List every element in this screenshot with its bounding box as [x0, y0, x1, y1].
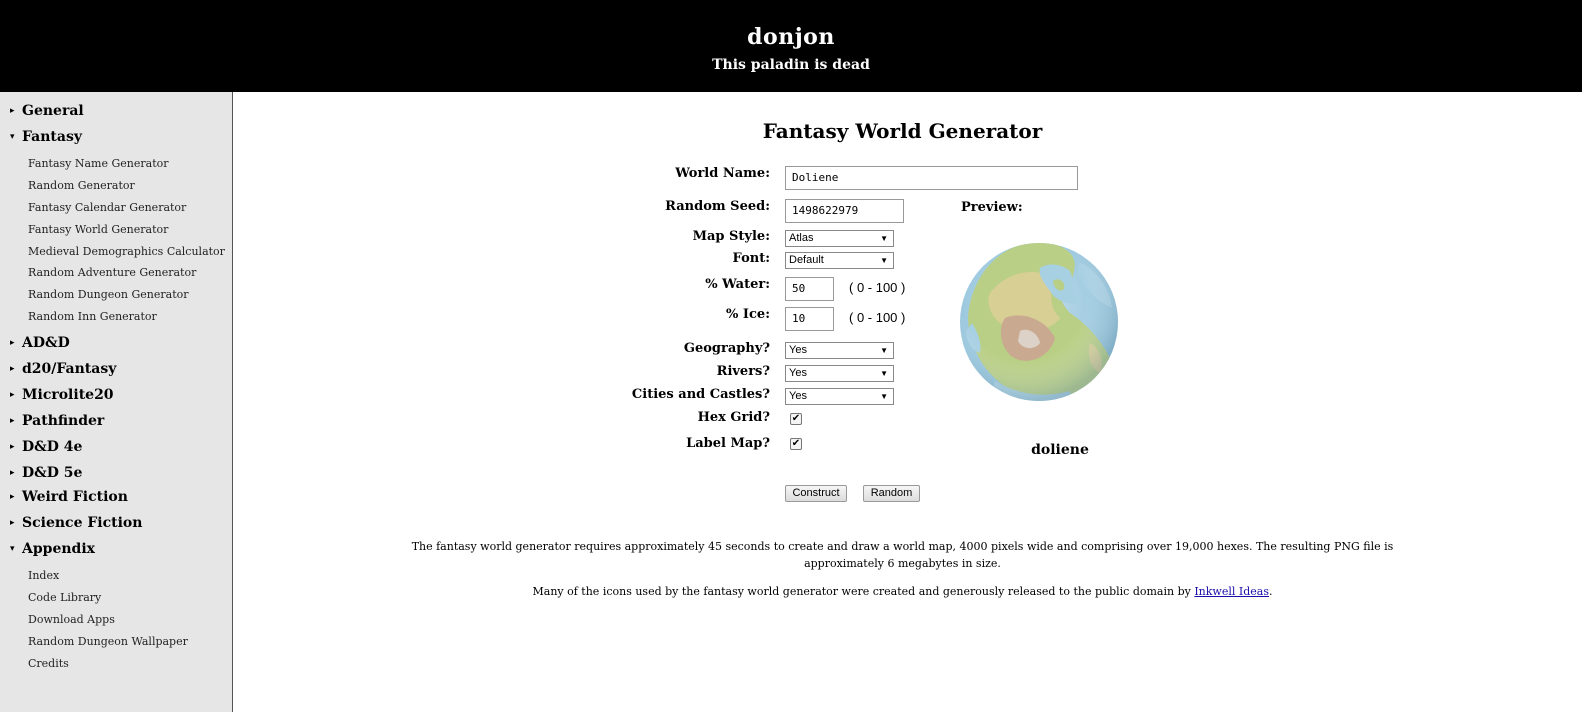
- expanded-triangle-icon: ▾: [10, 544, 15, 554]
- cities-castles-select[interactable]: Yes ▼: [785, 388, 894, 405]
- nav-link-random-dungeon-wallpaper[interactable]: Random Dungeon Wallpaper: [28, 635, 188, 648]
- geography-select[interactable]: Yes ▼: [785, 342, 894, 359]
- collapsed-triangle-icon: ▸: [10, 390, 15, 400]
- ice-label: % Ice:: [726, 307, 770, 322]
- site-header: donjon This paladin is dead: [0, 0, 1582, 92]
- hex-grid-checkbox[interactable]: ✔: [790, 413, 802, 425]
- nav-link-random-generator[interactable]: Random Generator: [28, 179, 135, 192]
- nav-link-credits[interactable]: Credits: [28, 657, 69, 670]
- rivers-label: Rivers?: [716, 364, 770, 379]
- icon-credits-text: Many of the icons used by the fantasy wo…: [532, 585, 1273, 598]
- hex-grid-label: Hex Grid?: [697, 410, 770, 425]
- generator-info-text: The fantasy world generator requires app…: [411, 540, 1394, 570]
- checkmark-icon: ✔: [791, 413, 801, 424]
- map-style-select[interactable]: Atlas ▼: [785, 230, 894, 247]
- nav-section-dnd-4e[interactable]: ▸ D&D 4e: [10, 439, 82, 455]
- map-style-label: Map Style:: [692, 229, 770, 244]
- geography-label: Geography?: [683, 341, 770, 356]
- random-seed-input[interactable]: 1498622979: [785, 199, 904, 223]
- label-map-checkbox[interactable]: ✔: [790, 438, 802, 450]
- nav-section-microlite20[interactable]: ▸ Microlite20: [10, 387, 114, 403]
- nav-link-index[interactable]: Index: [28, 569, 59, 582]
- nav-link-download-apps[interactable]: Download Apps: [28, 613, 115, 626]
- nav-link-random-dungeon-generator[interactable]: Random Dungeon Generator: [28, 288, 189, 301]
- site-tagline: This paladin is dead: [712, 57, 870, 73]
- water-range-hint: ( 0 - 100 ): [849, 280, 906, 295]
- collapsed-triangle-icon: ▸: [10, 468, 15, 478]
- nav-link-fantasy-name-generator[interactable]: Fantasy Name Generator: [28, 157, 169, 170]
- nav-link-medieval-demographics-calculator[interactable]: Medieval Demographics Calculator: [28, 245, 225, 258]
- dropdown-arrow-icon: ▼: [880, 256, 888, 265]
- nav-section-fantasy[interactable]: ▾ Fantasy: [10, 129, 82, 145]
- nav-section-weird-fiction[interactable]: ▸ Weird Fiction: [10, 489, 128, 505]
- nav-section-dnd-5e[interactable]: ▸ D&D 5e: [10, 465, 82, 481]
- collapsed-triangle-icon: ▸: [10, 106, 15, 116]
- water-label: % Water:: [705, 277, 770, 292]
- dropdown-arrow-icon: ▼: [880, 234, 888, 243]
- nav-section-appendix[interactable]: ▾ Appendix: [10, 541, 95, 557]
- expanded-triangle-icon: ▾: [10, 132, 15, 142]
- ice-range-hint: ( 0 - 100 ): [849, 310, 906, 325]
- collapsed-triangle-icon: ▸: [10, 364, 15, 374]
- nav-link-fantasy-world-generator[interactable]: Fantasy World Generator: [28, 223, 168, 236]
- nav-section-science-fiction[interactable]: ▸ Science Fiction: [10, 515, 142, 531]
- nav-link-fantasy-calendar-generator[interactable]: Fantasy Calendar Generator: [28, 201, 186, 214]
- font-select[interactable]: Default ▼: [785, 252, 894, 269]
- collapsed-triangle-icon: ▸: [10, 492, 15, 502]
- dropdown-arrow-icon: ▼: [880, 369, 888, 378]
- nav-link-random-inn-generator[interactable]: Random Inn Generator: [28, 310, 157, 323]
- page-title: Fantasy World Generator: [762, 119, 1043, 143]
- world-name-label: World Name:: [675, 166, 770, 181]
- dropdown-arrow-icon: ▼: [880, 346, 888, 355]
- nav-section-pathfinder[interactable]: ▸ Pathfinder: [10, 413, 104, 429]
- collapsed-triangle-icon: ▸: [10, 442, 15, 452]
- world-name-input[interactable]: Doliene: [785, 166, 1078, 190]
- construct-button[interactable]: Construct: [785, 485, 847, 502]
- nav-link-code-library[interactable]: Code Library: [28, 591, 101, 604]
- site-title[interactable]: donjon: [0, 24, 1582, 50]
- preview-label: Preview:: [961, 200, 1023, 215]
- collapsed-triangle-icon: ▸: [10, 338, 15, 348]
- rivers-select[interactable]: Yes ▼: [785, 365, 894, 382]
- nav-section-general[interactable]: ▸ General: [10, 103, 84, 119]
- random-seed-label: Random Seed:: [665, 199, 770, 214]
- font-label: Font:: [732, 251, 770, 266]
- sidebar-nav: ▸ General ▾ Fantasy Fantasy Name Generator…: [0, 92, 233, 712]
- main-content: Fantasy World Generator World Name: Doli…: [233, 92, 1582, 712]
- random-button[interactable]: Random: [863, 485, 920, 502]
- ice-percent-input[interactable]: 10: [785, 307, 834, 331]
- nav-section-d20-fantasy[interactable]: ▸ d20/Fantasy: [10, 361, 116, 377]
- nav-link-random-adventure-generator[interactable]: Random Adventure Generator: [28, 266, 196, 279]
- cities-castles-label: Cities and Castles?: [631, 387, 770, 402]
- label-map-label: Label Map?: [686, 436, 770, 451]
- collapsed-triangle-icon: ▸: [10, 416, 15, 426]
- preview-map-name: doliene: [1031, 442, 1089, 458]
- dropdown-arrow-icon: ▼: [880, 392, 888, 401]
- collapsed-triangle-icon: ▸: [10, 518, 15, 528]
- nav-section-add[interactable]: ▸ AD&D: [10, 335, 70, 351]
- inkwell-ideas-link[interactable]: Inkwell Ideas: [1194, 585, 1269, 598]
- world-preview-globe: [960, 243, 1118, 401]
- water-percent-input[interactable]: 50: [785, 277, 834, 301]
- checkmark-icon: ✔: [791, 438, 801, 449]
